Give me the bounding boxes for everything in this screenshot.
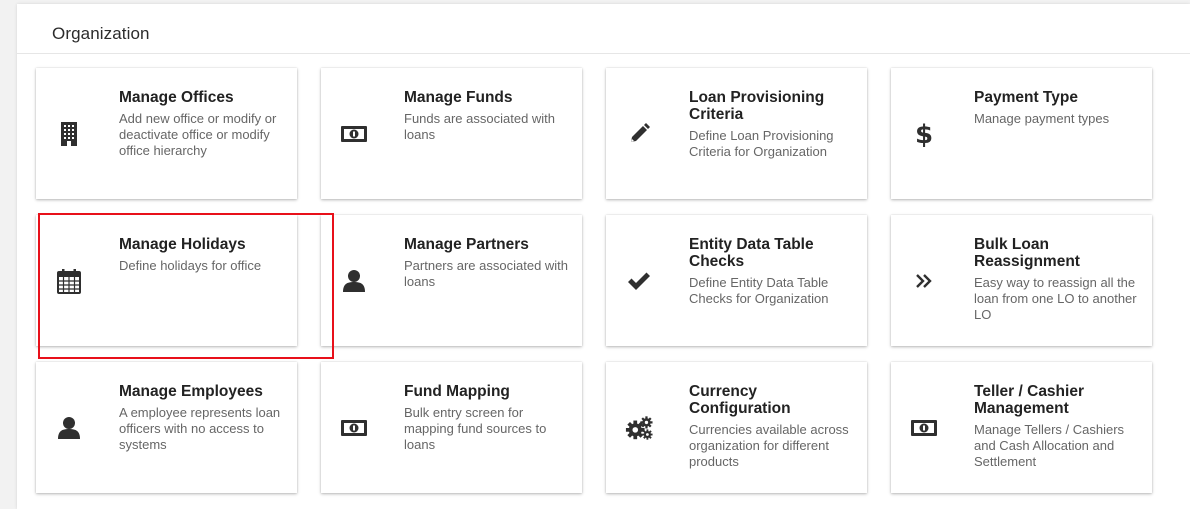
card-title: Entity Data Table Checks <box>689 236 814 270</box>
card-manage-partners[interactable]: Manage Partners Partners are associated … <box>321 215 582 346</box>
cogs-icon <box>625 362 653 493</box>
money-icon <box>340 68 368 199</box>
card-description: Easy way to reassign all the loan from o… <box>974 275 1137 322</box>
card-description: Define holidays for office <box>119 258 262 273</box>
card-manage-funds[interactable]: Manage Funds Funds are associated with l… <box>321 68 582 199</box>
card-description: Funds are associated with loans <box>404 111 556 142</box>
organization-cards-grid: Manage Offices Add new office or modify … <box>36 68 1152 493</box>
card-currency-configuration[interactable]: Currency Configuration Currencies availa… <box>606 362 867 493</box>
card-title: Manage Employees <box>119 383 263 400</box>
calendar-icon <box>55 215 83 346</box>
section-divider <box>17 53 1190 54</box>
building-icon <box>55 68 83 199</box>
user-icon <box>55 362 83 493</box>
card-entity-data-table-checks[interactable]: Entity Data Table Checks Define Entity D… <box>606 215 867 346</box>
card-description: Bulk entry screen for mapping fund sourc… <box>404 405 547 452</box>
card-description: Manage Tellers / Cashiers and Cash Alloc… <box>974 422 1125 469</box>
card-description: A employee represents loan officers with… <box>119 405 281 452</box>
card-description: Manage payment types <box>974 111 1110 126</box>
svg-text:$: $ <box>915 120 933 148</box>
card-description: Define Loan Provisioning Criteria for Or… <box>689 128 834 159</box>
card-description: Currencies available across organization… <box>689 422 849 469</box>
card-title: Fund Mapping <box>404 383 510 400</box>
card-description: Define Entity Data Table Checks for Orga… <box>689 275 829 306</box>
check-icon <box>625 215 653 346</box>
card-title: Teller / Cashier Management <box>974 383 1084 417</box>
card-manage-holidays[interactable]: Manage Holidays Define holidays for offi… <box>36 215 297 346</box>
money-icon <box>340 362 368 493</box>
card-manage-offices[interactable]: Manage Offices Add new office or modify … <box>36 68 297 199</box>
card-title: Payment Type <box>974 89 1078 106</box>
money-icon <box>910 362 938 493</box>
card-title: Manage Offices <box>119 89 234 106</box>
card-description: Partners are associated with loans <box>404 258 569 289</box>
card-manage-employees[interactable]: Manage Employees A employee represents l… <box>36 362 297 493</box>
pencil-icon <box>625 68 653 199</box>
card-teller-cashier-management[interactable]: Teller / Cashier Management Manage Telle… <box>891 362 1152 493</box>
card-bulk-loan-reassignment[interactable]: Bulk Loan Reassignment Easy way to reass… <box>891 215 1152 346</box>
section-title: Organization <box>52 24 150 43</box>
user-icon <box>340 215 368 346</box>
card-title: Manage Partners <box>404 236 529 253</box>
card-payment-type[interactable]: $ Payment Type Manage payment types <box>891 68 1152 199</box>
dollar-icon: $ <box>910 68 938 199</box>
card-fund-mapping[interactable]: Fund Mapping Bulk entry screen for mappi… <box>321 362 582 493</box>
card-description: Add new office or modify or deactivate o… <box>119 111 277 158</box>
card-title: Manage Holidays <box>119 236 246 253</box>
card-title: Bulk Loan Reassignment <box>974 236 1080 270</box>
card-loan-provisioning-criteria[interactable]: Loan Provisioning Criteria Define Loan P… <box>606 68 867 199</box>
card-title: Currency Configuration <box>689 383 791 417</box>
card-title: Loan Provisioning Criteria <box>689 89 825 123</box>
double-chevron-right-icon <box>910 215 938 346</box>
card-title: Manage Funds <box>404 89 513 106</box>
